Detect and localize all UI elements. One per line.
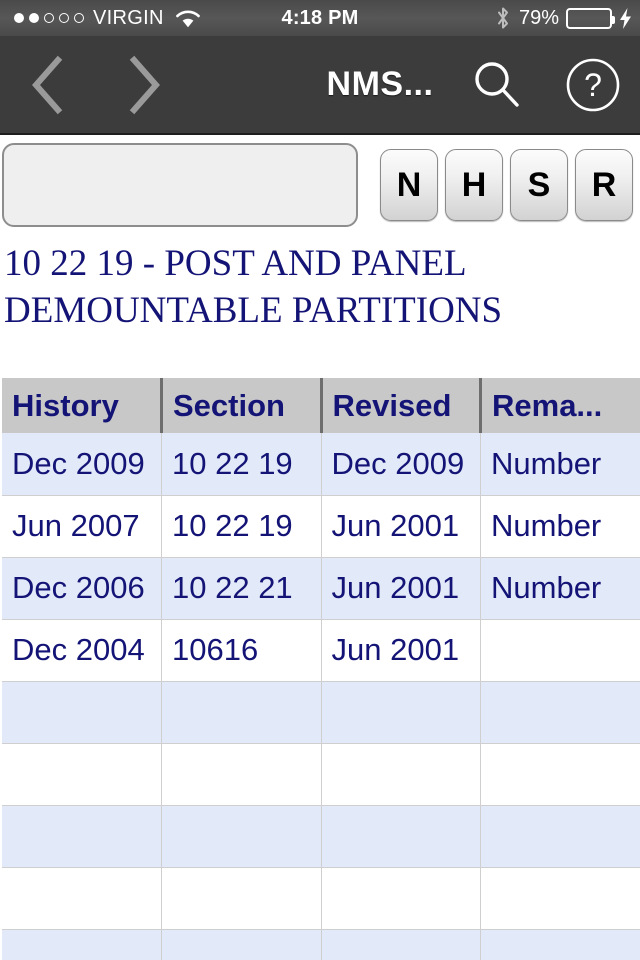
filter-button-group: N H S R [380, 149, 633, 221]
table-row[interactable]: Dec 2004 10616 Jun 2001 [2, 619, 640, 682]
page-title-navbar: NMS... [326, 65, 434, 103]
cell-remarks [480, 867, 640, 930]
back-button[interactable] [0, 35, 96, 134]
cell-history [2, 929, 162, 960]
forward-button[interactable] [96, 35, 192, 134]
cell-section [161, 805, 322, 868]
cell-revised [321, 681, 481, 744]
filter-button-h[interactable]: H [445, 149, 503, 221]
clock-label: 4:18 PM [281, 6, 359, 29]
table-row[interactable] [2, 929, 640, 960]
column-header-history[interactable]: History [2, 378, 163, 433]
cell-section: 10616 [161, 619, 322, 682]
cell-remarks: Number [480, 557, 640, 620]
cell-section [161, 867, 322, 930]
cell-history: Dec 2006 [2, 557, 162, 620]
cell-revised [321, 867, 481, 930]
cell-section [161, 743, 322, 806]
cell-revised [321, 805, 481, 868]
cell-remarks [480, 805, 640, 868]
battery-icon [566, 7, 615, 29]
cell-revised: Dec 2009 [321, 433, 481, 496]
cell-revised [321, 743, 481, 806]
page-title: 10 22 19 - POST AND PANEL DEMOUNTABLE PA… [4, 243, 503, 332]
filter-button-n[interactable]: N [380, 149, 438, 221]
search-toolbar: N H S R [0, 137, 640, 235]
table-row[interactable]: Dec 2009 10 22 19 Dec 2009 Number [2, 433, 640, 496]
question-mark-circle-icon: ? [566, 58, 620, 111]
cell-remarks: Number [480, 495, 640, 558]
search-input[interactable] [2, 143, 358, 227]
cell-remarks: Number [480, 433, 640, 496]
search-icon [475, 61, 519, 107]
cell-remarks [480, 929, 640, 960]
table-row[interactable] [2, 805, 640, 868]
column-header-remarks[interactable]: Rema... [480, 378, 640, 433]
cell-section: 10 22 19 [161, 433, 322, 496]
cell-remarks [480, 619, 640, 682]
cell-history: Jun 2007 [2, 495, 162, 558]
table-header-row: History Section Revised Rema... [2, 378, 640, 433]
cell-remarks [480, 681, 640, 744]
cell-revised: Jun 2001 [321, 557, 481, 620]
navigation-bar: NMS... ? [0, 36, 640, 135]
cell-history [2, 867, 162, 930]
table-row[interactable]: Dec 2006 10 22 21 Jun 2001 Number [2, 557, 640, 620]
cell-revised [321, 929, 481, 960]
table-body: Dec 2009 10 22 19 Dec 2009 Number Jun 2007 10… [2, 433, 640, 960]
cell-history: Dec 2009 [2, 433, 162, 496]
cell-revised: Jun 2001 [321, 619, 481, 682]
cell-history [2, 743, 162, 806]
cell-remarks [480, 743, 640, 806]
table-row[interactable] [2, 867, 640, 930]
chevron-left-icon [32, 55, 63, 114]
cell-history [2, 681, 162, 744]
help-button[interactable]: ? [556, 35, 630, 134]
history-table-container[interactable]: History Section Revised Rema... Dec 2009… [0, 378, 640, 960]
cell-section [161, 681, 322, 744]
table-row[interactable] [2, 743, 640, 806]
table-row[interactable] [2, 681, 640, 744]
cell-revised: Jun 2001 [321, 495, 481, 558]
cell-section: 10 22 21 [161, 557, 322, 620]
svg-text:?: ? [584, 67, 602, 103]
history-table: History Section Revised Rema... Dec 2009… [2, 378, 640, 960]
column-header-revised[interactable]: Revised [321, 378, 482, 433]
filter-button-s[interactable]: S [510, 149, 568, 221]
table-row[interactable]: Jun 2007 10 22 19 Jun 2001 Number [2, 495, 640, 558]
cell-history [2, 805, 162, 868]
cell-section [161, 929, 322, 960]
cell-section: 10 22 19 [161, 495, 322, 558]
table-header: History Section Revised Rema... [2, 378, 640, 433]
status-bar: VIRGIN 4:18 PM 79% [0, 0, 640, 36]
search-button[interactable] [460, 35, 534, 134]
filter-button-r[interactable]: R [575, 149, 633, 221]
cell-history: Dec 2004 [2, 619, 162, 682]
chevron-right-icon [129, 55, 160, 114]
column-header-section[interactable]: Section [161, 378, 323, 433]
app-root: VIRGIN 4:18 PM 79% NMS... ? N H S R 10 2… [0, 0, 640, 960]
